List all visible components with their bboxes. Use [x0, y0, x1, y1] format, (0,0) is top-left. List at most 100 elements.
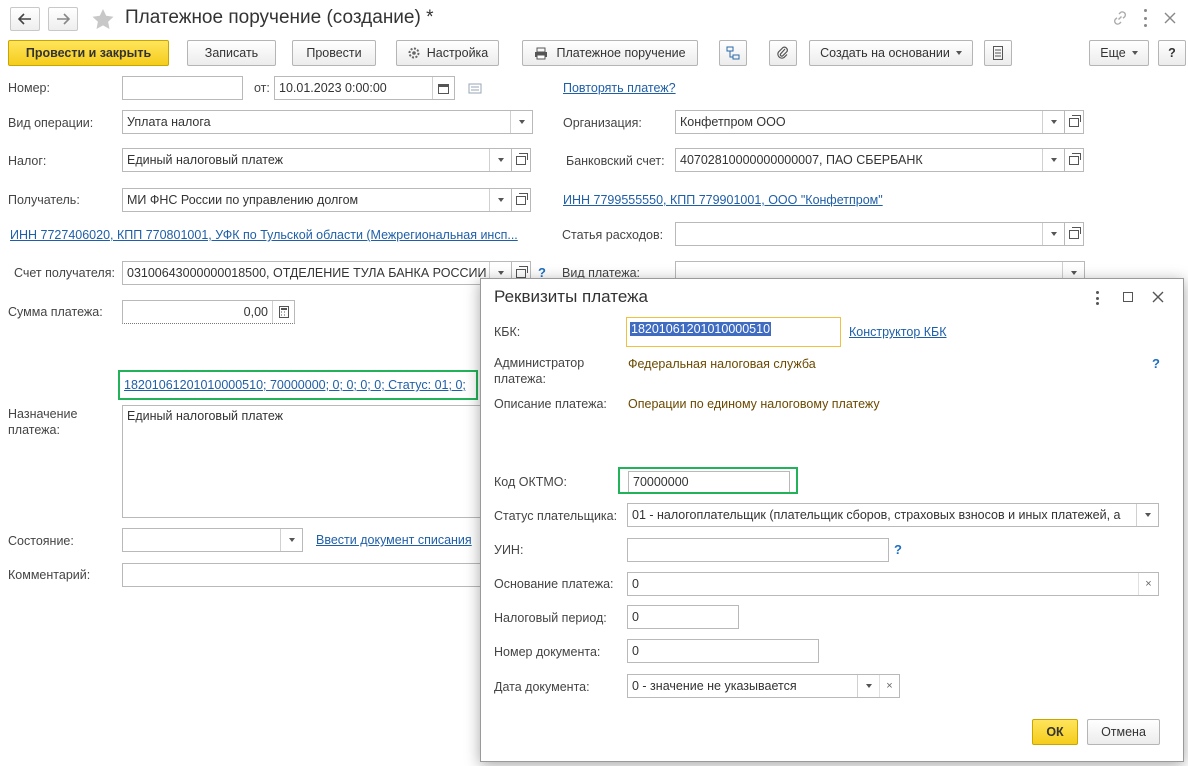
tax-open-button[interactable]	[511, 148, 531, 172]
purpose-value: Единый налоговый платеж	[127, 409, 284, 423]
admin-help-icon[interactable]: ?	[1152, 356, 1160, 371]
kbk-input[interactable]: 18201061201010000510	[626, 317, 841, 347]
organization-dropdown[interactable]	[1042, 111, 1064, 133]
back-button[interactable]	[10, 7, 40, 31]
organization-open-button[interactable]	[1064, 110, 1084, 134]
hierarchy-icon	[726, 46, 740, 60]
document-number-label: Номер документа:	[494, 645, 601, 659]
organization-select[interactable]: Конфетпром ООО	[675, 110, 1065, 134]
chevron-down-icon	[497, 158, 504, 162]
chevron-down-icon	[1050, 158, 1057, 162]
comment-input[interactable]	[122, 563, 484, 587]
bank-account-open-button[interactable]	[1064, 148, 1084, 172]
uin-input[interactable]	[627, 538, 889, 562]
open-form-icon	[1069, 226, 1081, 239]
create-based-on-button[interactable]: Создать на основании	[809, 40, 973, 66]
document-date-select[interactable]: 0 - значение не указывается ×	[627, 674, 900, 698]
window-title: Платежное поручение (создание) *	[125, 7, 434, 28]
uin-help-icon[interactable]: ?	[894, 542, 902, 557]
document-date-dropdown[interactable]	[857, 675, 879, 697]
open-form-icon	[516, 192, 528, 205]
maximize-icon[interactable]	[1123, 292, 1133, 302]
report-button[interactable]	[984, 40, 1012, 66]
payment-admin-value: Федеральная налоговая служба	[628, 357, 816, 371]
chevron-down-icon	[1131, 51, 1138, 55]
more-button[interactable]: Еще	[1089, 40, 1149, 66]
help-button[interactable]: ?	[1158, 40, 1186, 66]
chevron-down-icon	[1050, 120, 1057, 124]
tax-dropdown[interactable]	[489, 149, 511, 171]
operation-type-value: Уплата налога	[127, 115, 211, 129]
open-form-icon	[516, 152, 528, 165]
date-input[interactable]: 10.01.2023 0:00:00	[274, 76, 455, 100]
print-payment-order-button[interactable]: Платежное поручение	[522, 40, 698, 66]
favorite-star-icon[interactable]	[91, 8, 115, 30]
recipient-inn-link[interactable]: ИНН 7727406020, КПП 770801001, УФК по Ту…	[10, 228, 535, 242]
expense-item-dropdown[interactable]	[1042, 223, 1064, 245]
kbk-constructor-link[interactable]: Конструктор КБК	[849, 325, 947, 339]
clear-basis-button[interactable]: ×	[1138, 573, 1158, 595]
chevron-down-icon	[865, 684, 872, 688]
repeat-payment-link[interactable]: Повторять платеж?	[563, 81, 676, 95]
bank-account-select[interactable]: 40702810000000000007, ПАО СБЕРБАНК	[675, 148, 1065, 172]
number-input[interactable]	[122, 76, 243, 100]
organization-inn-link[interactable]: ИНН 7799555550, КПП 779901001, ООО "Конф…	[563, 193, 883, 207]
payment-basis-input[interactable]: 0 ×	[627, 572, 1159, 596]
tax-period-input[interactable]: 0	[627, 605, 739, 629]
sum-input[interactable]: 0,00	[122, 300, 295, 324]
post-button[interactable]: Провести	[292, 40, 376, 66]
operation-type-select[interactable]: Уплата налога	[122, 110, 533, 134]
calendar-icon	[438, 83, 449, 94]
state-label: Состояние:	[8, 534, 74, 548]
recipient-label: Получатель:	[8, 193, 80, 207]
attach-files-button[interactable]	[769, 40, 797, 66]
clear-document-date-button[interactable]: ×	[879, 675, 899, 697]
purpose-label-text: Назначение платежа:	[8, 407, 78, 437]
payer-status-dropdown[interactable]	[1136, 504, 1158, 526]
dialog-close-icon[interactable]	[1152, 291, 1164, 303]
date-from-label: от:	[254, 81, 270, 95]
cancel-button[interactable]: Отмена	[1087, 719, 1160, 745]
history-icon[interactable]	[468, 83, 482, 95]
chevron-down-icon	[1050, 232, 1057, 236]
settings-button[interactable]: Настройка	[396, 40, 499, 66]
recipient-select[interactable]: МИ ФНС России по управлению долгом	[122, 188, 512, 212]
structure-button[interactable]	[719, 40, 747, 66]
printer-icon	[535, 47, 548, 59]
state-dropdown[interactable]	[280, 529, 302, 551]
link-icon[interactable]	[1112, 10, 1128, 26]
payment-description-value: Операции по единому налоговому платежу	[628, 397, 880, 411]
comment-label: Комментарий:	[8, 568, 91, 582]
calculator-button[interactable]	[272, 301, 294, 323]
arrow-right-icon	[57, 13, 70, 25]
forward-button[interactable]	[48, 7, 78, 31]
state-select[interactable]	[122, 528, 303, 552]
open-form-icon	[1069, 152, 1081, 165]
oktmo-label: Код ОКТМО:	[494, 475, 567, 489]
close-window-icon[interactable]	[1163, 11, 1177, 25]
post-and-close-button[interactable]: Провести и закрыть	[8, 40, 169, 66]
requisites-highlight-frame	[118, 370, 478, 400]
sum-label: Сумма платежа:	[8, 305, 103, 319]
calendar-button[interactable]	[432, 77, 454, 99]
save-button[interactable]: Записать	[187, 40, 276, 66]
expense-item-select[interactable]	[675, 222, 1065, 246]
tax-select[interactable]: Единый налоговый платеж	[122, 148, 512, 172]
recipient-account-select[interactable]: 03100643000000018500, ОТДЕЛЕНИЕ ТУЛА БАН…	[122, 261, 512, 285]
arrow-left-icon	[18, 13, 31, 25]
dialog-title: Реквизиты платежа	[494, 287, 648, 306]
recipient-dropdown[interactable]	[489, 189, 511, 211]
recipient-open-button[interactable]	[511, 188, 531, 212]
ok-button[interactable]: ОК	[1032, 719, 1078, 745]
calculator-icon	[278, 306, 289, 318]
payer-status-select[interactable]: 01 - налогоплательщик (плательщик сборов…	[627, 503, 1159, 527]
expense-item-open-button[interactable]	[1064, 222, 1084, 246]
dialog-more-icon[interactable]	[1095, 291, 1099, 305]
more-vertical-icon[interactable]	[1142, 9, 1148, 27]
expense-item-label: Статья расходов:	[562, 228, 664, 242]
document-number-input[interactable]: 0	[627, 639, 819, 663]
purpose-textarea[interactable]: Единый налоговый платеж	[122, 405, 484, 518]
operation-type-dropdown[interactable]	[510, 111, 532, 133]
bank-account-dropdown[interactable]	[1042, 149, 1064, 171]
write-off-document-link[interactable]: Ввести документ списания	[316, 533, 480, 547]
